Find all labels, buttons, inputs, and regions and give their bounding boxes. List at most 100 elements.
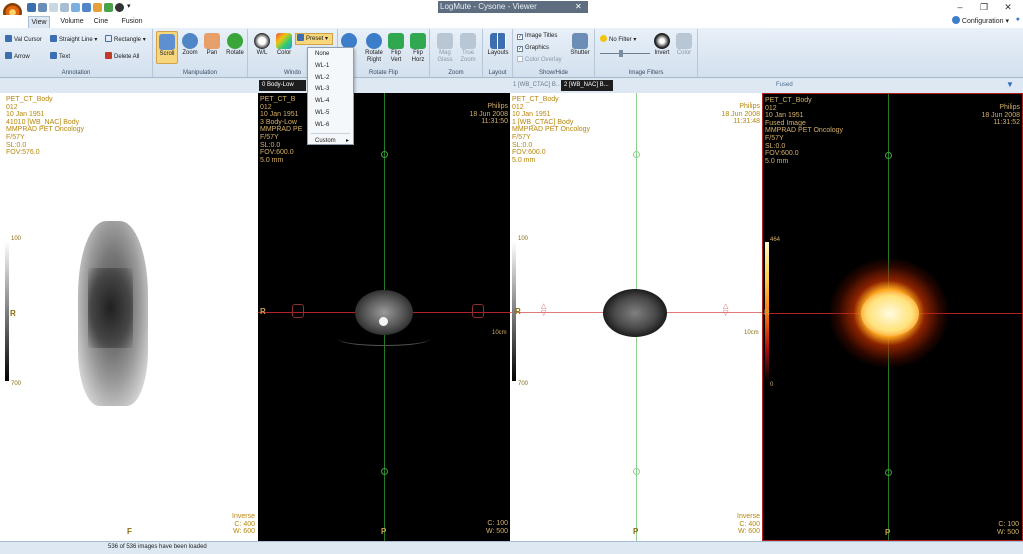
refresh-icon[interactable] [104, 3, 113, 12]
open-icon[interactable] [71, 3, 80, 12]
no-filter-dropdown[interactable]: No Filter ▾ [600, 35, 636, 44]
tab-volume[interactable]: Volume [58, 16, 86, 28]
viewport-dropdown-icon[interactable]: ▼ [1006, 80, 1014, 89]
scroll-button[interactable]: Scroll [156, 31, 178, 64]
delete-all-button[interactable]: Delete All [105, 52, 139, 61]
preset-menu-item-wl3[interactable]: WL-3 [308, 83, 353, 95]
panel2-crosshair-bottom-marker[interactable] [381, 468, 388, 475]
image-titles-checkbox[interactable]: ✓ Image Titles [517, 32, 557, 40]
viewport-tab-fused[interactable]: Fused [773, 80, 813, 91]
preset-menu-item-wl5[interactable]: WL-5 [308, 107, 353, 119]
filter-strength-slider[interactable] [600, 53, 650, 54]
panel2-top-right-info: Philips 18 Jun 2008 11:31:50 [469, 103, 508, 126]
configuration-menu[interactable]: Configuration ▾ [951, 16, 1009, 27]
tab-view[interactable]: View [28, 16, 50, 28]
viewport-panel-2[interactable]: PET_CT_B 012 10 Jan 1951 3 Body-Low MMPR… [258, 93, 510, 541]
panel3-right-handle-icon[interactable]: △ ▽ [723, 303, 728, 317]
shutter-icon [572, 33, 588, 49]
contrast-icon[interactable] [115, 3, 124, 12]
zoom-button[interactable]: Zoom [179, 33, 201, 57]
filter-slider-thumb[interactable] [619, 50, 623, 57]
search-icon[interactable] [82, 3, 91, 12]
panel3-crosshair-top-marker[interactable] [633, 151, 640, 158]
panel2-left-handle[interactable] [292, 304, 304, 318]
panel4-crosshair-top-marker[interactable] [885, 152, 892, 159]
flip-vert-button[interactable]: Flip Vert [386, 33, 406, 64]
wl-label: W/L [256, 50, 268, 56]
ct-axial-body-image [355, 290, 413, 335]
rotate-right-label-2: Right [366, 57, 381, 63]
rotate-right-button[interactable]: Rotate Right [362, 33, 386, 64]
preset-menu-item-wl2[interactable]: WL-2 [308, 72, 353, 84]
panel3-top-right-info: Philips 18 Jun 2008 11:31:48 [721, 103, 760, 126]
restore-button[interactable]: ❐ [976, 2, 992, 13]
redo-icon[interactable] [60, 3, 69, 12]
panel1-top-left-info: PET_CT_Body 012 10 Jan 1951 41010 [WB_NA… [6, 96, 85, 157]
viewport-panel-3[interactable]: △ ▽ △ ▽ PET_CT_Body 012 10 Jan 1951 1 [WB_… [510, 93, 762, 541]
viewport-tab-0[interactable]: 0 Body-Low [259, 80, 306, 91]
preset-menu-item-wl6[interactable]: WL-6 [308, 119, 353, 131]
tab-cine[interactable]: Cine [90, 16, 112, 28]
straight-line-button[interactable]: Straight Line ▾ [50, 35, 97, 44]
manipulation-group: Scroll Zoom Pan Rotate Manipulation [153, 29, 248, 77]
val-cursor-button[interactable]: Val Cursor [5, 35, 42, 44]
panel1-bottom-right-info: Inverse C: 400 W: 600 [232, 513, 255, 536]
help-icon[interactable]: ● [1016, 16, 1020, 23]
panel1-orientation-left: R [10, 309, 16, 318]
panel3-left-handle-icon[interactable]: △ ▽ [541, 303, 546, 317]
preset-menu-item-wl4[interactable]: WL-4 [308, 95, 353, 107]
checkbox-checked-icon: ✓ [517, 34, 523, 40]
filter-color-button[interactable]: Color [673, 33, 695, 57]
color-button[interactable]: Color [273, 33, 295, 57]
ct-table-line [338, 332, 430, 346]
rotate-button[interactable]: Rotate [223, 33, 247, 57]
color-overlay-checkbox[interactable]: Color Overlay [517, 56, 562, 64]
panel1-scale-bottom: 700 [11, 381, 22, 387]
shutter-button[interactable]: Shutter [567, 33, 593, 57]
rectangle-button[interactable]: Rectangle ▾ [105, 35, 146, 44]
mag-glass-button[interactable]: Mag Glass [434, 33, 456, 64]
preset-menu-item-wl1[interactable]: WL-1 [308, 60, 353, 72]
rotate-right-label: Rotate [365, 50, 383, 56]
rotate-icon [227, 33, 243, 49]
panel2-crosshair-top-marker[interactable] [381, 151, 388, 158]
true-zoom-button[interactable]: True Zoom [457, 33, 479, 64]
flip-horz-button[interactable]: Flip Horz [408, 33, 428, 64]
preset-menu-item-custom[interactable]: Custom ▸ [308, 135, 353, 147]
viewport-panel-4[interactable]: PET_CT_Body 012 10 Jan 1951 Fused Image … [762, 93, 1023, 541]
panel2-right-handle[interactable] [472, 304, 484, 318]
save-icon[interactable] [27, 3, 36, 12]
pan-button[interactable]: Pan [201, 33, 223, 57]
wl-button[interactable]: W/L [252, 33, 272, 57]
tab-fusion[interactable]: Fusion [118, 16, 146, 28]
panel4-crosshair-bottom-marker[interactable] [885, 469, 892, 476]
rectangle-icon [105, 35, 112, 42]
close-button[interactable]: ✕ [1000, 2, 1016, 13]
undo-icon[interactable] [49, 3, 58, 12]
minimize-button[interactable]: – [952, 2, 968, 13]
pan-hand-icon [204, 33, 220, 49]
title-overlay-close-icon[interactable]: ✕ [575, 1, 582, 13]
status-text: 536 of 536 images have been loaded [108, 544, 207, 550]
zoom-icon [182, 33, 198, 49]
viewport-tab-1[interactable]: 1 [WB_CTAC] B... [510, 80, 560, 91]
layouts-button[interactable]: Layouts [485, 33, 511, 57]
text-button[interactable]: Text [50, 52, 70, 61]
arrow-icon [5, 52, 12, 59]
preset-button[interactable]: Preset ▾ [295, 33, 333, 45]
panel3-crosshair-bottom-marker[interactable] [633, 468, 640, 475]
checkbox-unchecked-icon [517, 56, 523, 62]
graphics-checkbox[interactable]: ✓ Graphics [517, 44, 549, 52]
preset-icon [297, 34, 304, 41]
invert-button[interactable]: Invert [652, 33, 672, 57]
settings-icon[interactable] [93, 3, 102, 12]
preset-menu-item-none[interactable]: None [308, 48, 353, 60]
color-palette-icon [276, 33, 292, 49]
viewport-tab-2[interactable]: 2 [WB_NAC] B... [561, 80, 613, 91]
panel3-scale-bottom: 700 [518, 381, 529, 387]
arrow-button[interactable]: Arrow [5, 52, 30, 61]
print-icon[interactable] [38, 3, 47, 12]
quick-access-dropdown-icon[interactable]: ▾ [127, 2, 131, 10]
zoom-group: Mag Glass True Zoom Zoom [430, 29, 483, 77]
viewport-panel-1[interactable]: PET_CT_Body 012 10 Jan 1951 41010 [WB_NA… [0, 93, 258, 541]
